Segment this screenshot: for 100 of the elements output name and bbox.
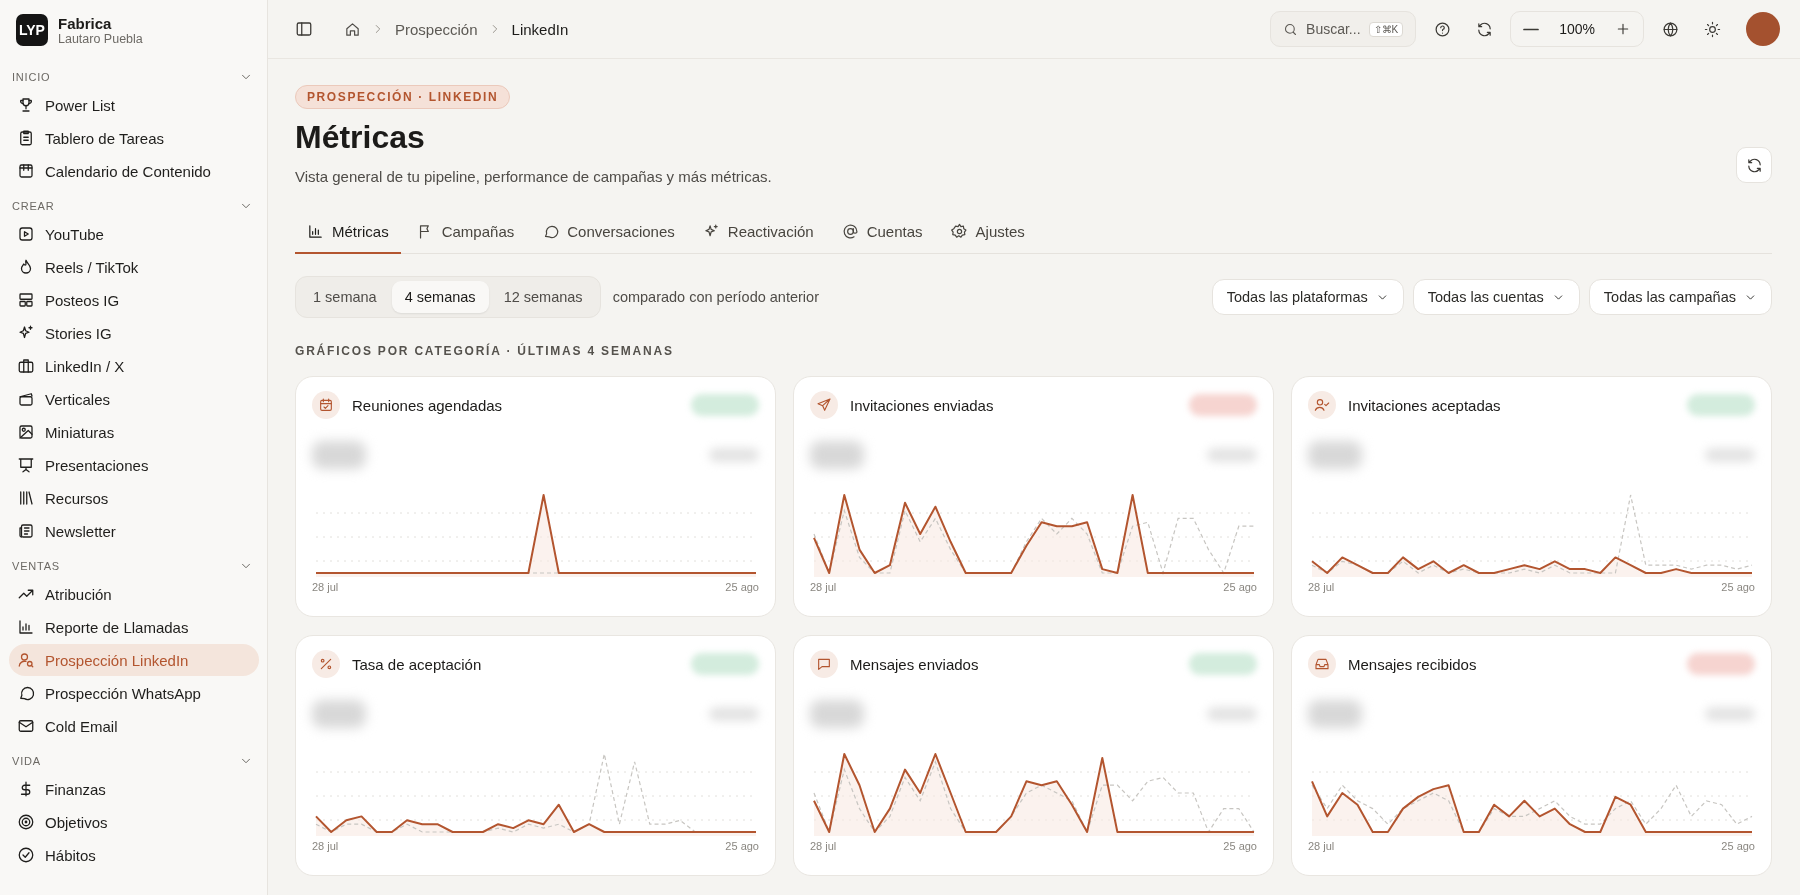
sidebar-item[interactable]: Miniaturas	[9, 416, 259, 448]
sidebar-item[interactable]: Verticales	[9, 383, 259, 415]
axis-start-label: 28 jul	[1308, 840, 1335, 852]
help-icon	[1433, 20, 1451, 38]
section-title: VENTAS	[12, 560, 60, 572]
blurred-value	[312, 441, 366, 469]
bar-chart-icon	[17, 618, 35, 636]
breadcrumb-link[interactable]: LinkedIn	[511, 20, 569, 38]
breadcrumb-link[interactable]: Prospección	[395, 20, 478, 38]
search-icon	[1283, 21, 1299, 37]
axis-start-label: 28 jul	[810, 581, 837, 593]
bar-chart-icon	[307, 223, 324, 240]
section-heading: GRÁFICOS POR CATEGORÍA · ÚLTIMAS 4 SEMANAS	[295, 344, 675, 358]
send-icon	[816, 397, 832, 413]
workspace-logo[interactable]: LYP	[16, 14, 48, 46]
sidebar-item[interactable]: Finanzas	[9, 773, 259, 805]
avatar[interactable]	[1746, 12, 1780, 46]
grid-icon	[17, 291, 35, 309]
sidebar-item[interactable]: Posteos IG	[9, 284, 259, 316]
blurred-value	[312, 700, 366, 728]
card-title: Invitaciones aceptadas	[1348, 396, 1502, 414]
sidebar-item[interactable]: Stories IG	[9, 317, 259, 349]
books-icon	[17, 489, 35, 507]
axis-end-label: 25 ago	[1721, 840, 1755, 852]
sidebar-item[interactable]: LinkedIn / X	[9, 350, 259, 382]
eyebrow-badge: PROSPECCIÓN · LINKEDIN	[295, 85, 511, 109]
sidebar-item[interactable]: Power List	[9, 89, 259, 121]
axis-start-label: 28 jul	[1308, 581, 1335, 593]
section-title: INICIO	[12, 71, 51, 83]
target-icon	[17, 813, 35, 831]
percent-icon	[318, 656, 334, 672]
page-subtitle: Vista general de tu pipeline, performance de campañas y más métricas.	[295, 168, 772, 185]
tab[interactable]: Conversaciones	[530, 223, 687, 254]
axis-start-label: 28 jul	[312, 581, 339, 593]
axis-end-label: 25 ago	[1223, 581, 1257, 593]
tab[interactable]: Cuentas	[829, 223, 935, 254]
image-icon	[17, 423, 35, 441]
axis-start-label: 28 jul	[810, 840, 837, 852]
axis-start-label: 28 jul	[312, 840, 339, 852]
sidebar-item[interactable]: Atribución	[9, 578, 259, 610]
filter-dropdown[interactable]: Todas las cuentas	[1412, 279, 1580, 315]
tab[interactable]: Métricas	[295, 223, 401, 254]
tab[interactable]: Ajustes	[938, 223, 1037, 254]
calendar-check-icon	[318, 397, 334, 413]
sidebar-item[interactable]: Recursos	[9, 482, 259, 514]
page-title: Métricas	[295, 119, 426, 156]
shortcut-hint: ⇧⌘K	[1368, 21, 1404, 37]
range-option[interactable]: 1 semana	[300, 281, 390, 313]
presentation-icon	[17, 456, 35, 474]
card-title: Invitaciones enviadas	[850, 396, 995, 414]
clipboard-icon	[17, 129, 35, 147]
sun-icon	[1703, 20, 1721, 38]
card-title: Mensajes recibidos	[1348, 655, 1478, 673]
minus-icon	[1523, 27, 1540, 31]
sidebar-item[interactable]: Calendario de Contenido	[9, 155, 259, 187]
sidebar-toggle-icon	[295, 20, 313, 38]
comparison-label: comparado con período anterior	[612, 289, 820, 305]
user-check-icon	[1314, 397, 1330, 413]
range-option[interactable]: 12 semanas	[490, 281, 596, 313]
sidebar-item[interactable]: Tablero de Tareas	[9, 122, 259, 154]
sidebar-item[interactable]: Cold Email	[9, 710, 259, 742]
tab[interactable]: Reactivación	[690, 223, 826, 254]
card-title: Reuniones agendadas	[352, 396, 504, 414]
refresh-icon	[1475, 20, 1493, 38]
inbox-icon	[1314, 656, 1330, 672]
search-field[interactable]: Buscar... ⇧⌘K	[1270, 11, 1417, 47]
chat-bubble-icon	[17, 684, 35, 702]
section-title: VIDA	[12, 755, 41, 767]
workspace-name: Fabrica	[58, 14, 113, 32]
sidebar-item[interactable]: Prospección WhatsApp	[9, 677, 259, 709]
axis-end-label: 25 ago	[1223, 840, 1257, 852]
sidebar-item[interactable]: Presentaciones	[9, 449, 259, 481]
calendar-icon	[17, 162, 35, 180]
settings-icon	[950, 223, 968, 240]
filter-dropdown[interactable]: Todas las campañas	[1588, 279, 1772, 315]
plus-icon	[1615, 21, 1631, 37]
sidebar-item[interactable]: Objetivos	[9, 806, 259, 838]
sidebar-item[interactable]: Reporte de Llamadas	[9, 611, 259, 643]
tab[interactable]: Campañas	[404, 223, 527, 254]
sidebar-item[interactable]: YouTube	[9, 218, 259, 250]
trophy-icon	[17, 96, 35, 114]
message-icon	[816, 656, 832, 672]
card-title: Mensajes enviados	[850, 655, 980, 673]
sidebar-item[interactable]: Reels / TikTok	[9, 251, 259, 283]
refresh-button[interactable]	[1736, 147, 1772, 183]
filter-dropdown[interactable]: Todas las plataformas	[1211, 279, 1404, 315]
sidebar-item[interactable]: Prospección LinkedIn	[9, 644, 259, 676]
sidebar-item[interactable]: Newsletter	[9, 515, 259, 547]
card-title: Tasa de aceptación	[352, 655, 483, 673]
axis-end-label: 25 ago	[725, 840, 759, 852]
user-search-icon	[17, 651, 35, 669]
zoom-level: 100%	[1558, 21, 1596, 37]
sidebar-item[interactable]: Hábitos	[9, 839, 259, 871]
user-name: Lautaro Puebla	[58, 31, 143, 46]
briefcase-icon	[17, 357, 35, 375]
range-option[interactable]: 4 semanas	[391, 281, 489, 313]
axis-end-label: 25 ago	[1721, 581, 1755, 593]
chat-bubble-icon	[542, 223, 560, 240]
home-link[interactable]	[344, 20, 361, 38]
blurred-value	[810, 700, 864, 728]
